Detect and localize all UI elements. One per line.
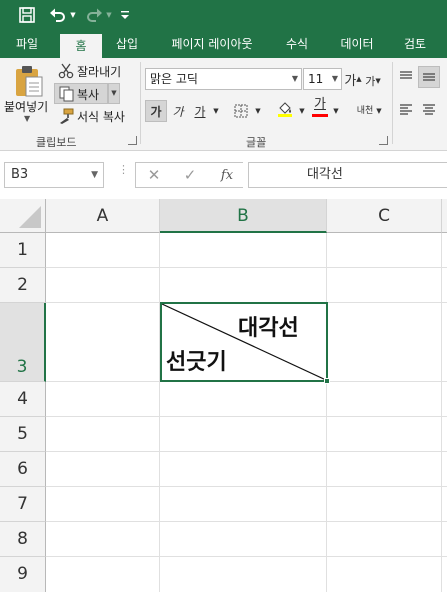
copy-button-label: 복사 <box>77 88 100 102</box>
gridline <box>46 521 447 522</box>
name-box-value: B3 <box>11 167 29 182</box>
spreadsheet-grid: A B C 1 2 3 4 5 6 7 8 9 <box>0 199 447 592</box>
row-header-5[interactable]: 5 <box>0 417 46 452</box>
ribbon-tabs: 파일 홈 삽입 페이지 레이아웃 수식 데이터 검토 <box>0 30 447 58</box>
row-header-1[interactable]: 1 <box>0 233 46 268</box>
row-header-7[interactable]: 7 <box>0 487 46 522</box>
column-header-a[interactable]: A <box>46 199 160 233</box>
borders-dropdown-icon[interactable]: ▼ <box>252 100 264 122</box>
tab-formulas[interactable]: 수식 <box>276 30 318 58</box>
tab-review[interactable]: 검토 <box>394 30 436 58</box>
cell-bottom-left-text: 선긋기 <box>166 350 227 375</box>
phonetic-button[interactable]: 내천 <box>354 100 376 122</box>
undo-icon[interactable] <box>46 0 70 30</box>
row-header-4[interactable]: 4 <box>0 382 46 417</box>
font-color-dropdown-icon[interactable]: ▼ <box>330 100 342 122</box>
gridline <box>46 416 447 417</box>
select-all-button[interactable] <box>0 199 46 233</box>
column-header-d[interactable] <box>442 199 447 233</box>
font-size-combo[interactable]: 11 ▼ <box>303 68 342 90</box>
gridline <box>326 233 327 592</box>
chevron-down-icon: ▼ <box>91 170 98 180</box>
tab-data[interactable]: 데이터 <box>330 30 384 58</box>
row-header-3[interactable]: 3 <box>0 303 46 382</box>
cell-top-right-text: 대각선 <box>238 316 299 341</box>
align-center-icon[interactable] <box>418 98 440 120</box>
underline-dropdown-icon[interactable]: ▼ <box>210 100 222 122</box>
ribbon-home: 붙여넣기 ▼ 잘라내기 복사 ▼ 서식 복사 클립보드 맑은 고딕 ▼ 11 ▼… <box>0 58 447 151</box>
name-box[interactable]: B3 ▼ <box>4 162 104 188</box>
gridline <box>46 451 447 452</box>
shrink-font-label: 가 <box>365 75 376 88</box>
align-middle-icon[interactable] <box>418 66 440 88</box>
fill-handle[interactable] <box>324 378 330 384</box>
formula-input[interactable]: 대각선 <box>248 162 447 188</box>
redo-icon[interactable] <box>82 0 106 30</box>
drag-handle-icon[interactable]: ⋮ <box>118 164 129 182</box>
undo-dropdown-icon[interactable]: ▼ <box>68 0 78 30</box>
italic-button[interactable]: 가 <box>168 100 188 122</box>
font-group-label: 글꼴 <box>246 136 267 149</box>
gridline <box>441 233 442 592</box>
gridline <box>46 556 447 557</box>
chevron-down-icon: ▼ <box>291 74 298 83</box>
insert-function-icon[interactable]: fx <box>213 162 241 188</box>
fill-color-icon[interactable] <box>274 98 296 120</box>
formula-bar: B3 ▼ ⋮ ✕ ✓ fx 대각선 <box>0 151 447 199</box>
quick-access-toolbar: ▼ ▼ <box>0 0 447 30</box>
font-launcher-icon[interactable] <box>379 136 388 145</box>
clipboard-launcher-icon[interactable] <box>128 136 137 145</box>
format-painter-label[interactable]: 서식 복사 <box>77 108 125 125</box>
borders-icon[interactable] <box>230 100 252 122</box>
save-icon[interactable] <box>14 0 40 30</box>
group-divider <box>392 62 393 144</box>
row-header-6[interactable]: 6 <box>0 452 46 487</box>
clipboard-group-label: 클립보드 <box>36 136 77 149</box>
tab-insert[interactable]: 삽입 <box>106 30 148 58</box>
align-left-icon[interactable] <box>396 98 416 120</box>
row-header-2[interactable]: 2 <box>0 268 46 303</box>
tab-file[interactable]: 파일 <box>4 30 50 58</box>
font-color-label: 가 <box>314 96 326 112</box>
underline-button[interactable]: 가 <box>190 100 210 122</box>
row-header-8[interactable]: 8 <box>0 522 46 557</box>
redo-dropdown-icon[interactable]: ▼ <box>104 0 114 30</box>
shrink-font-icon[interactable]: 가 ▼ <box>364 70 382 92</box>
copy-button[interactable]: 복사 <box>54 83 108 104</box>
font-color-icon[interactable]: 가 <box>310 96 330 118</box>
grow-font-icon[interactable]: 가 ▲ <box>344 68 362 90</box>
gridline <box>46 267 447 268</box>
grow-font-label: 가 <box>344 73 357 89</box>
copy-dropdown-icon[interactable]: ▼ <box>108 83 120 104</box>
paste-button-label[interactable]: 붙여넣기 <box>4 98 48 115</box>
customize-qat-icon[interactable] <box>118 0 132 30</box>
align-top-icon[interactable] <box>396 66 416 88</box>
font-size-value: 11 <box>308 72 324 86</box>
row-header-9[interactable]: 9 <box>0 557 46 592</box>
gridline <box>159 233 160 592</box>
column-header-b[interactable]: B <box>160 199 327 233</box>
tab-page-layout[interactable]: 페이지 레이아웃 <box>160 30 264 58</box>
font-name-value: 맑은 고딕 <box>150 72 198 86</box>
fill-color-dropdown-icon[interactable]: ▼ <box>296 100 308 122</box>
chevron-down-icon: ▼ <box>331 74 338 83</box>
phonetic-dropdown-icon[interactable]: ▼ <box>374 100 384 122</box>
bold-button[interactable]: 가 <box>145 100 167 122</box>
cancel-icon[interactable]: ✕ <box>140 162 168 188</box>
gridline <box>46 486 447 487</box>
enter-icon[interactable]: ✓ <box>176 162 204 188</box>
group-divider <box>140 62 141 144</box>
column-header-c[interactable]: C <box>327 199 442 233</box>
format-painter-icon[interactable] <box>58 108 74 124</box>
paste-icon[interactable] <box>14 64 44 98</box>
font-name-combo[interactable]: 맑은 고딕 ▼ <box>145 68 302 90</box>
paste-dropdown-icon[interactable]: ▼ <box>24 114 30 123</box>
scissors-icon[interactable] <box>58 63 74 79</box>
cut-button-label[interactable]: 잘라내기 <box>77 63 121 80</box>
tab-home[interactable]: 홈 <box>60 34 102 58</box>
cell-b3[interactable]: 대각선 선긋기 <box>160 302 328 382</box>
font-color-swatch <box>312 113 328 117</box>
